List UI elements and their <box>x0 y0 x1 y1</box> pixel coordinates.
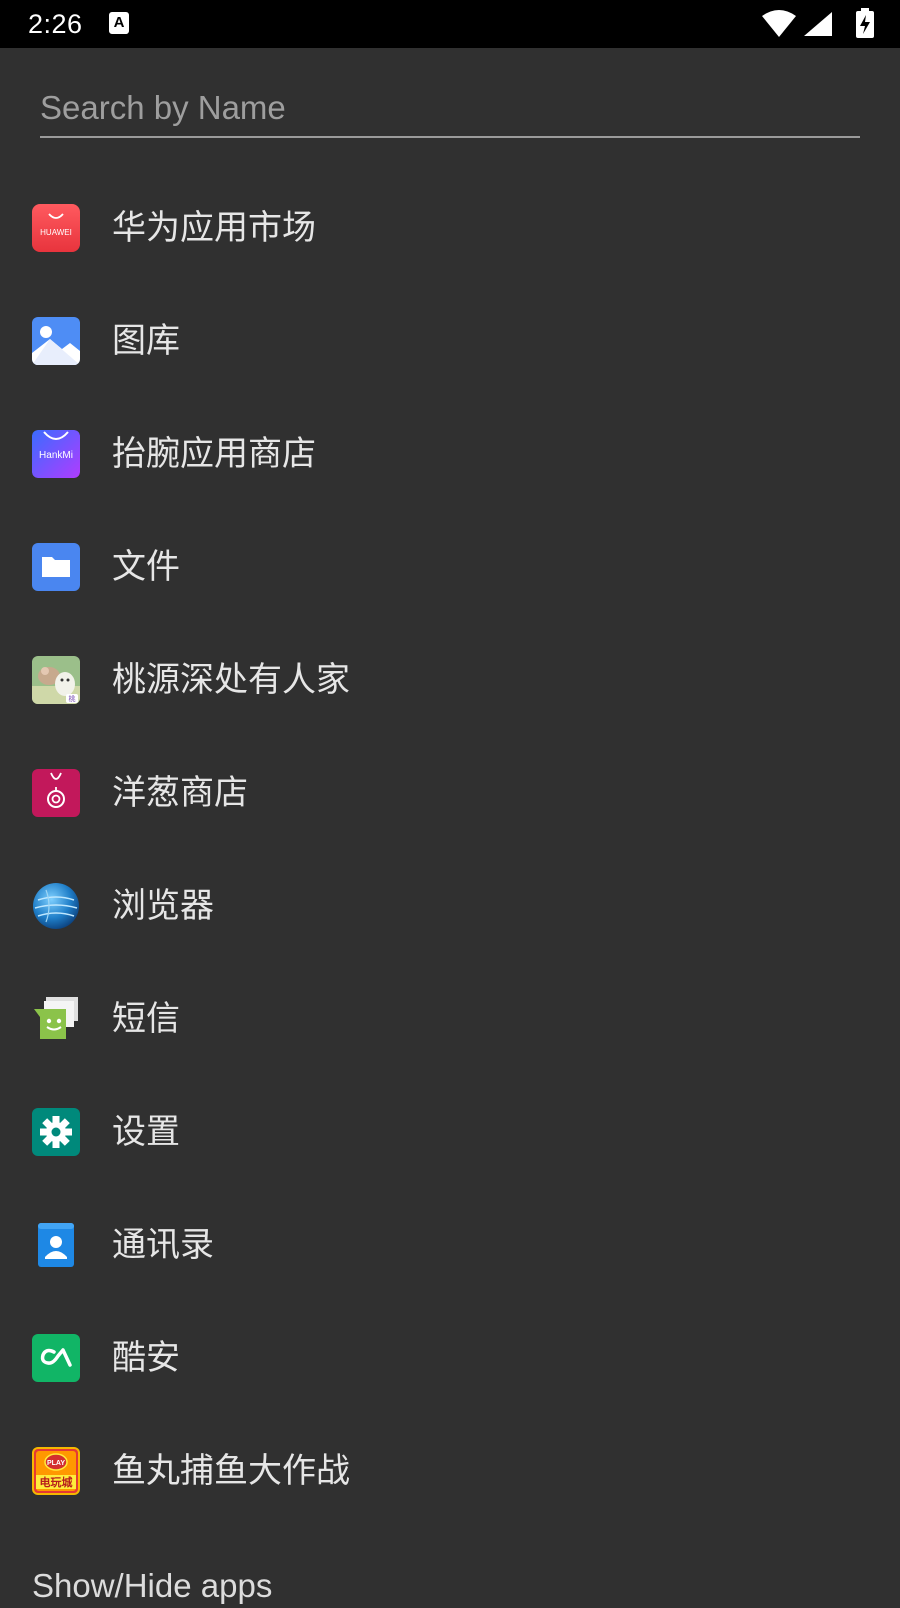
browser-globe-icon <box>32 882 80 930</box>
app-label: 浏览器 <box>112 886 214 926</box>
svg-text:电玩城: 电玩城 <box>40 1475 73 1489</box>
app-label: 华为应用市场 <box>112 208 316 248</box>
app-label: 文件 <box>112 547 180 587</box>
app-item-gallery[interactable]: 图库 <box>0 285 900 398</box>
app-label: 抬腕应用商店 <box>112 434 316 474</box>
svg-text:桃: 桃 <box>69 694 76 703</box>
app-label: 洋葱商店 <box>112 773 248 813</box>
status-bar: 2:26 A <box>0 0 900 48</box>
gallery-icon <box>32 317 80 365</box>
svg-text:HankMi: HankMi <box>39 450 73 461</box>
app-item-messages[interactable]: 短信 <box>0 963 900 1076</box>
app-item-fishing-game[interactable]: PLAY 电玩城 鱼丸捕鱼大作战 <box>0 1415 900 1528</box>
search-input[interactable] <box>40 80 860 136</box>
app-item-onion-store[interactable]: 洋葱商店 <box>0 737 900 850</box>
app-item-files[interactable]: 文件 <box>0 511 900 624</box>
app-label: 通讯录 <box>112 1225 214 1265</box>
app-item-huawei-appgallery[interactable]: HUAWEI 华为应用市场 <box>0 172 900 285</box>
app-item-browser[interactable]: 浏览器 <box>0 850 900 963</box>
huawei-appgallery-icon: HUAWEI <box>32 204 80 252</box>
settings-gear-icon <box>32 1108 80 1156</box>
svg-text:HUAWEI: HUAWEI <box>40 228 72 237</box>
show-hide-apps-button[interactable]: Show/Hide apps <box>32 1564 272 1608</box>
app-label: 图库 <box>112 321 180 361</box>
app-label: 短信 <box>112 999 180 1039</box>
app-label: 鱼丸捕鱼大作战 <box>112 1451 350 1491</box>
wifi-icon <box>762 10 796 37</box>
app-list: HUAWEI 华为应用市场 图库 HankMi 抬腕应用商店 文件 桃 桃源深处… <box>0 172 900 1528</box>
app-label: 酷安 <box>112 1338 180 1378</box>
messages-icon <box>32 995 80 1043</box>
hankmi-store-icon: HankMi <box>32 430 80 478</box>
onion-store-icon <box>32 769 80 817</box>
svg-text:PLAY: PLAY <box>47 1460 65 1467</box>
app-item-hankmi-store[interactable]: HankMi 抬腕应用商店 <box>0 398 900 511</box>
app-item-contacts[interactable]: 通讯录 <box>0 1189 900 1302</box>
fishing-game-icon: PLAY 电玩城 <box>32 1447 80 1495</box>
coolapk-icon <box>32 1334 80 1382</box>
search-container <box>40 80 860 138</box>
taoyuan-game-icon: 桃 <box>32 656 80 704</box>
notification-a-icon: A <box>109 12 129 34</box>
battery-charging-icon <box>856 8 874 38</box>
contacts-icon <box>32 1221 80 1269</box>
app-label: 桃源深处有人家 <box>112 660 350 700</box>
app-item-settings[interactable]: 设置 <box>0 1076 900 1189</box>
files-icon <box>32 543 80 591</box>
status-time: 2:26 <box>28 9 83 39</box>
signal-icon <box>804 12 832 36</box>
app-item-taoyuan-game[interactable]: 桃 桃源深处有人家 <box>0 624 900 737</box>
app-item-coolapk[interactable]: 酷安 <box>0 1302 900 1415</box>
status-icons <box>740 0 900 48</box>
search-underline <box>40 136 860 138</box>
app-label: 设置 <box>112 1112 180 1152</box>
